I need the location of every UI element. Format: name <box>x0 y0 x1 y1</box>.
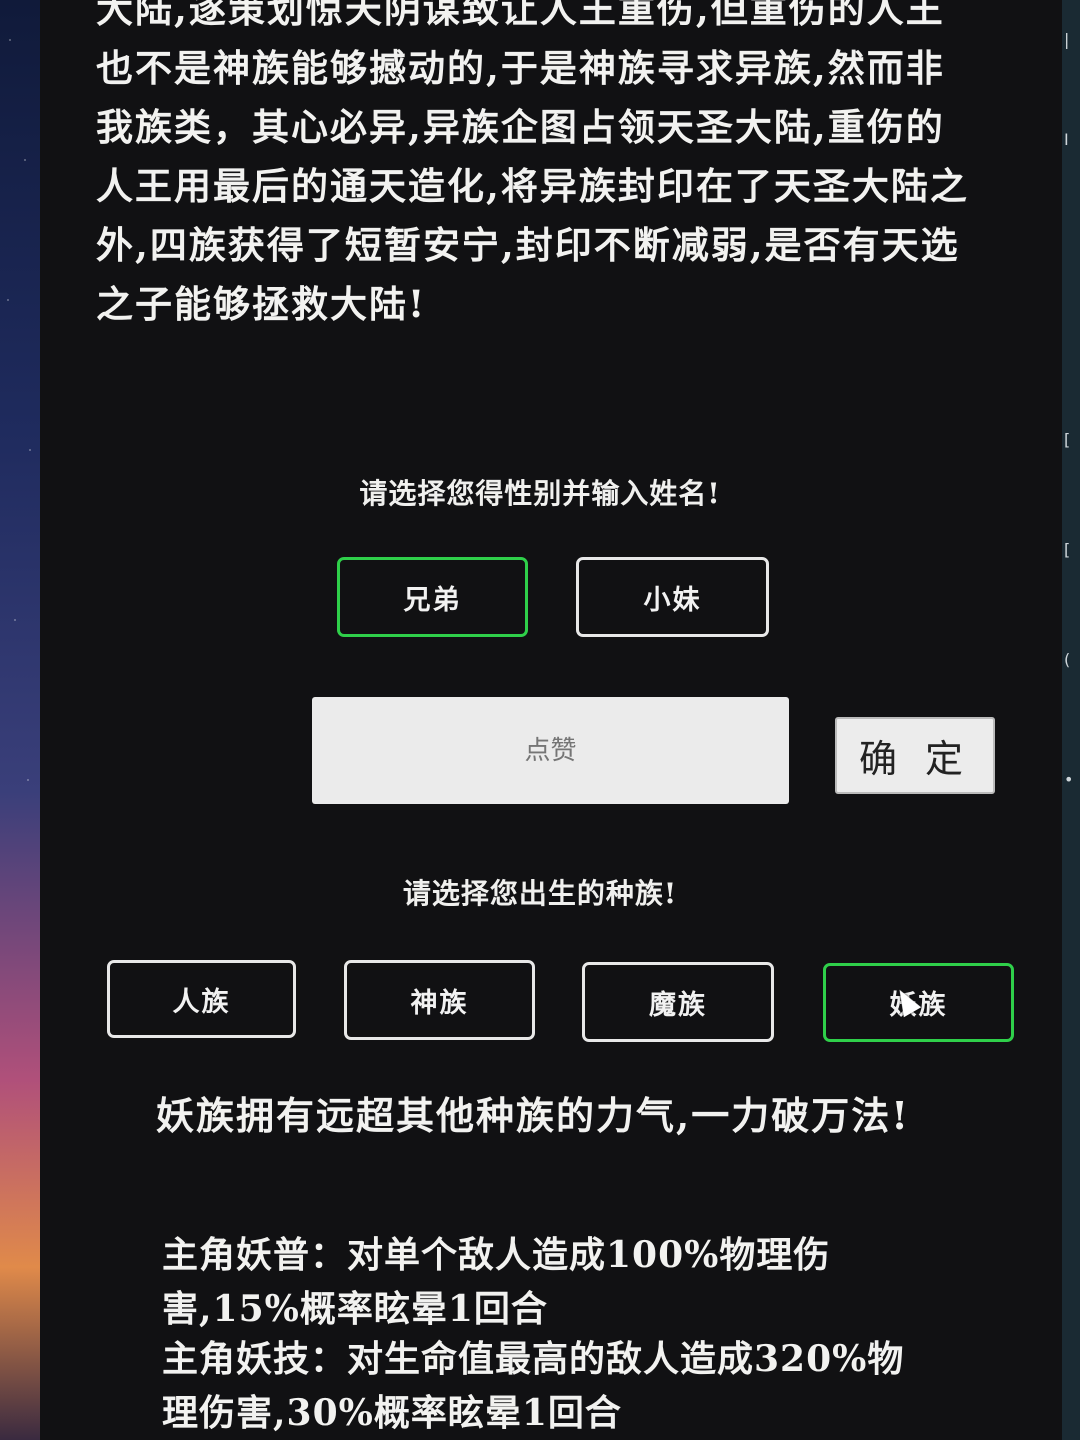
desktop-wallpaper-strip <box>0 0 40 1440</box>
race-option-god[interactable]: 神族 <box>344 960 535 1040</box>
side-panel: | I [ [ ( • <box>1062 0 1080 1440</box>
skill-special-attack: 主角妖技：对生命值最高的敌人造成320%物理伤害,30%概率眩晕1回合 <box>162 1338 905 1434</box>
story-text: 大陆,遂策划惊天阴谋致让人王重伤,但重伤的人王也不是神族能够撼动的,于是神族寻求… <box>96 0 969 326</box>
race-prompt: 请选择您出生的种族! <box>402 877 678 910</box>
race-option-human[interactable]: 人族 <box>107 960 296 1038</box>
gender-option-sister[interactable]: 小妹 <box>576 557 769 637</box>
gender-prompt: 请选择您得性别并输入姓名! <box>359 477 721 510</box>
gender-option-brother[interactable]: 兄弟 <box>337 557 528 637</box>
confirm-button[interactable]: 确 定 <box>835 717 995 794</box>
name-input[interactable] <box>312 697 789 804</box>
skill-normal-attack: 主角妖普：对单个敌人造成100%物理伤害,15%概率眩晕1回合 <box>162 1234 831 1330</box>
game-screen: 大陆,遂策划惊天阴谋致让人王重伤,但重伤的人王也不是神族能够撼动的,于是神族寻求… <box>40 0 1062 1440</box>
race-option-demon[interactable]: 魔族 <box>582 962 774 1042</box>
race-description: 妖族拥有远超其他种族的力气,一力破万法! <box>156 1093 910 1138</box>
